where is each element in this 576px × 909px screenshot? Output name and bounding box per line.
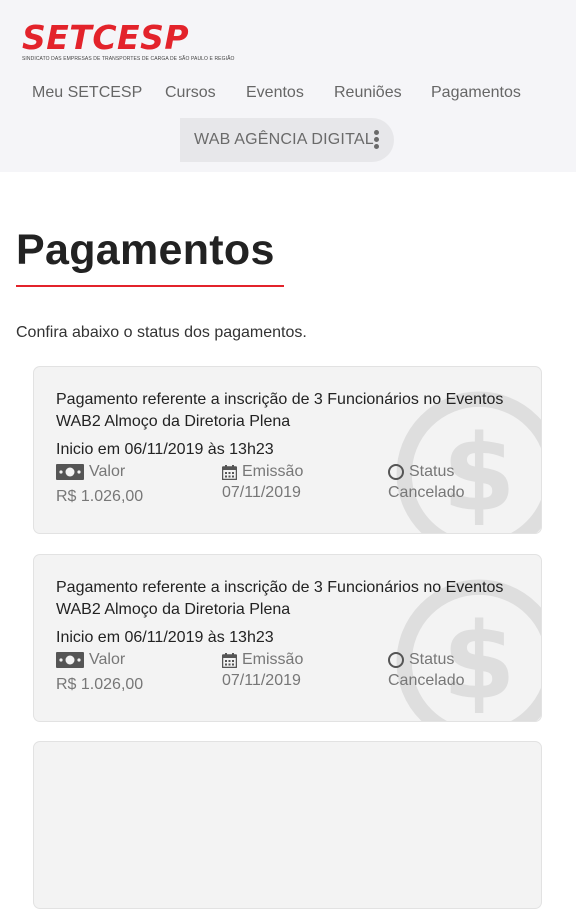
payment-card[interactable]: $ Pagamento referente a inscrição de 3 F… [33, 366, 542, 534]
payment-title: Pagamento referente a inscrição de 3 Fun… [56, 391, 504, 430]
setcesp-logo[interactable]: SETCESP SINDICATO DAS EMPRESAS DE TRANSP… [22, 18, 235, 63]
valor-column: Valor R$ 1.026,00 [56, 462, 143, 506]
nav-item-reunioes[interactable]: Reuniões [334, 84, 402, 102]
nav-item-cursos[interactable]: Cursos [165, 84, 216, 102]
company-name: WAB AGÊNCIA DIGITAL [194, 131, 374, 148]
main-nav: Meu SETCESP Cursos Eventos Reuniões Paga… [0, 84, 576, 104]
emissao-column: Emissão 07/11/2019 [222, 462, 303, 502]
money-icon [56, 464, 84, 480]
logo-wordmark: SETCESP [22, 18, 190, 57]
site-header: SETCESP SINDICATO DAS EMPRESAS DE TRANSP… [0, 0, 576, 172]
valor-value: R$ 1.026,00 [56, 676, 144, 693]
emissao-value: 07/11/2019 [222, 672, 301, 689]
status-column: Status Cancelado [388, 462, 465, 502]
status-value: Cancelado [388, 484, 465, 501]
valor-column: Valor R$ 1.026,00 [56, 650, 143, 694]
status-label: Status [409, 463, 455, 480]
page-title: Pagamentos [16, 226, 275, 274]
status-label: Status [409, 651, 455, 668]
valor-value: R$ 1.026,00 [56, 488, 144, 505]
valor-label: Valor [89, 463, 126, 480]
valor-label: Valor [89, 651, 126, 668]
calendar-icon [222, 652, 237, 668]
logo-subtitle: SINDICATO DAS EMPRESAS DE TRANSPORTES DE… [22, 56, 235, 62]
kebab-menu-icon[interactable] [374, 130, 380, 150]
status-column: Status Cancelado [388, 650, 465, 690]
status-circle-icon [388, 652, 404, 668]
payment-start: Inicio em 06/11/2019 às 13h23 [56, 629, 274, 646]
emissao-column: Emissão 07/11/2019 [222, 650, 303, 690]
company-menu-button[interactable]: WAB AGÊNCIA DIGITAL [180, 118, 394, 162]
nav-item-meu-setcesp[interactable]: Meu SETCESP [32, 84, 142, 102]
payment-title: Pagamento referente a inscrição de 3 Fun… [56, 579, 504, 618]
emissao-label: Emissão [242, 651, 304, 668]
nav-item-pagamentos[interactable]: Pagamentos [431, 84, 521, 102]
emissao-value: 07/11/2019 [222, 484, 301, 501]
payment-start: Inicio em 06/11/2019 às 13h23 [56, 441, 274, 458]
calendar-icon [222, 464, 237, 480]
status-circle-icon [388, 464, 404, 480]
status-value: Cancelado [388, 672, 465, 689]
title-underline [16, 285, 284, 287]
emissao-label: Emissão [242, 463, 304, 480]
payment-card-partial[interactable] [33, 741, 542, 909]
intro-text: Confira abaixo o status dos pagamentos. [16, 324, 307, 341]
payment-card[interactable]: $ Pagamento referente a inscrição de 3 F… [33, 554, 542, 722]
nav-item-eventos[interactable]: Eventos [246, 84, 304, 102]
money-icon [56, 652, 84, 668]
